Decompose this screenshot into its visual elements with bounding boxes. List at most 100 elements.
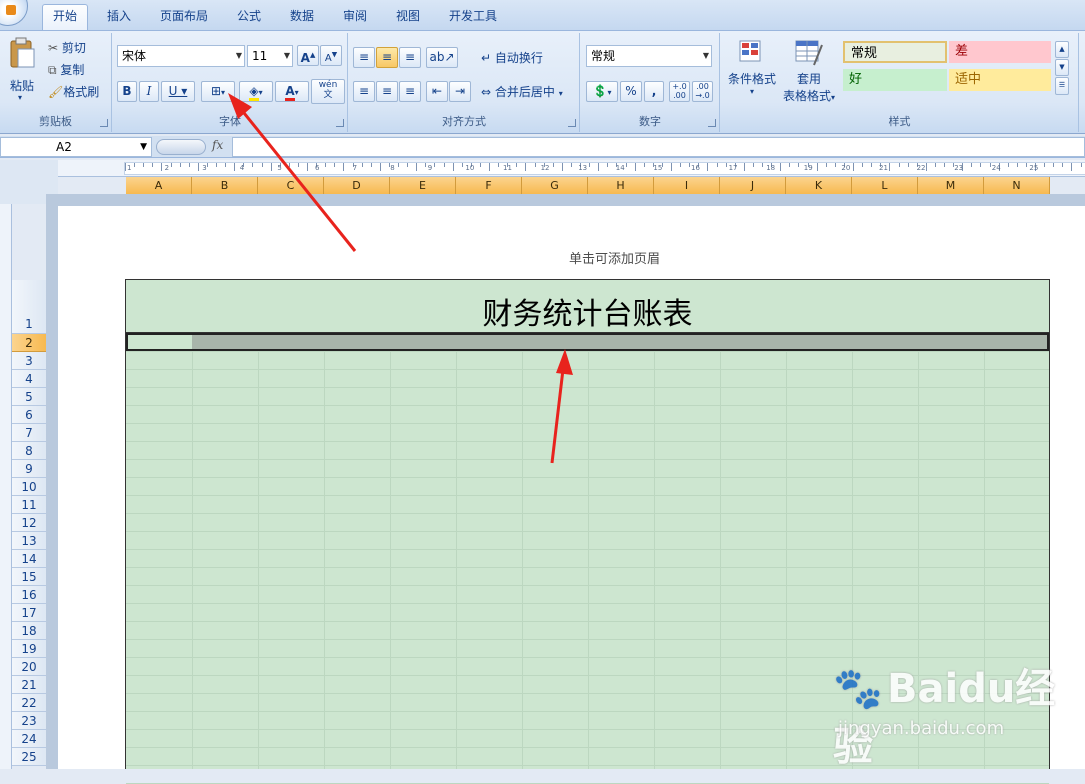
row-header[interactable]: 25 xyxy=(12,748,46,766)
conditional-format-button[interactable]: 条件格式 ▾ xyxy=(725,39,779,96)
row-header[interactable]: 14 xyxy=(12,550,46,568)
column-header[interactable]: M xyxy=(918,177,984,194)
copy-button[interactable]: ⧉ 复制 xyxy=(48,61,84,78)
column-header[interactable]: E xyxy=(390,177,456,194)
row-header[interactable]: 9 xyxy=(12,460,46,478)
tab-page-layout[interactable]: 页面布局 xyxy=(152,5,216,29)
style-normal[interactable]: 常规 xyxy=(843,41,947,63)
row-header[interactable]: 16 xyxy=(12,586,46,604)
row-header[interactable]: 24 xyxy=(12,730,46,748)
conditional-format-icon xyxy=(739,40,761,62)
active-cell-a2[interactable] xyxy=(128,335,192,349)
alignment-launcher-icon[interactable] xyxy=(568,119,576,127)
decrease-decimal-button[interactable]: .00 →.0 xyxy=(692,81,713,102)
column-header[interactable]: J xyxy=(720,177,786,194)
row-header[interactable]: 1 xyxy=(12,280,46,334)
row-header[interactable]: 7 xyxy=(12,424,46,442)
formula-bar-resize-handle[interactable] xyxy=(156,139,206,155)
row-header[interactable]: 15 xyxy=(12,568,46,586)
align-right-button[interactable]: ≡ xyxy=(399,81,421,102)
row-header[interactable]: 22 xyxy=(12,694,46,712)
selected-row-2[interactable] xyxy=(126,333,1049,351)
decrease-indent-button[interactable]: ⇤ xyxy=(426,81,448,102)
tab-view[interactable]: 视图 xyxy=(385,5,431,29)
style-bad[interactable]: 差 xyxy=(949,41,1051,63)
merge-center-button[interactable]: ⇔ 合并后居中 ▾ xyxy=(481,83,563,100)
number-format-combo[interactable]: 常规 ▼ xyxy=(586,45,712,67)
tab-developer[interactable]: 开发工具 xyxy=(440,5,506,29)
title-cell-a1[interactable]: 财务统计台账表 xyxy=(125,279,1050,333)
row-header[interactable]: 10 xyxy=(12,478,46,496)
shrink-font-button[interactable]: A▼ xyxy=(320,45,342,66)
column-header[interactable]: F xyxy=(456,177,522,194)
font-name-combo[interactable]: 宋体 ▼ xyxy=(117,45,245,67)
bold-button[interactable]: B xyxy=(117,81,137,102)
table-format-icon xyxy=(795,40,823,66)
copy-icon: ⧉ xyxy=(48,63,57,77)
styles-scroll-up-button[interactable]: ▲ xyxy=(1055,41,1069,58)
orientation-button[interactable]: ab↗ xyxy=(426,47,458,68)
paste-button[interactable]: 粘贴 ▾ xyxy=(8,37,38,107)
cut-button[interactable]: ✂ 剪切 xyxy=(48,39,86,56)
grow-font-button[interactable]: A▲ xyxy=(297,45,319,66)
grid-line xyxy=(126,423,1049,424)
align-center-button[interactable]: ≡ xyxy=(376,81,398,102)
tab-home[interactable]: 开始 xyxy=(42,4,88,31)
tab-insert[interactable]: 插入 xyxy=(96,5,142,29)
name-box[interactable]: A2 ▼ xyxy=(0,137,152,157)
cut-label: 剪切 xyxy=(61,41,86,55)
tab-formulas[interactable]: 公式 xyxy=(226,5,272,29)
style-neutral[interactable]: 适中 xyxy=(949,69,1051,91)
row-header[interactable]: 18 xyxy=(12,622,46,640)
row-header[interactable]: 2 xyxy=(12,334,46,352)
page-header-hint[interactable]: 单击可添加页眉 xyxy=(569,248,660,267)
row-header[interactable]: 8 xyxy=(12,442,46,460)
align-top-button[interactable]: ≡ xyxy=(353,47,375,68)
row-header[interactable]: 13 xyxy=(12,532,46,550)
row-header[interactable]: 17 xyxy=(12,604,46,622)
row-header[interactable]: 5 xyxy=(12,388,46,406)
increase-decimal-button[interactable]: +.0 .00 xyxy=(669,81,690,102)
tab-data[interactable]: 数据 xyxy=(279,5,325,29)
baidu-paw-icon: 🐾 xyxy=(833,666,883,712)
underline-button[interactable]: U ▾ xyxy=(161,81,195,102)
styles-scroll-down-button[interactable]: ▼ xyxy=(1055,59,1069,76)
row-header[interactable]: 11 xyxy=(12,496,46,514)
column-header[interactable]: K xyxy=(786,177,852,194)
column-header[interactable]: H xyxy=(588,177,654,194)
font-size-combo[interactable]: 11 ▼ xyxy=(247,45,293,67)
column-header[interactable]: G xyxy=(522,177,588,194)
office-button[interactable] xyxy=(0,0,28,26)
clipboard-launcher-icon[interactable] xyxy=(100,119,108,127)
wrap-text-label: 自动换行 xyxy=(494,51,543,65)
format-as-table-button[interactable]: 套用 表格格式▾ xyxy=(779,39,839,104)
number-launcher-icon[interactable] xyxy=(708,119,716,127)
row-header[interactable]: 3 xyxy=(12,352,46,370)
comma-button[interactable]: , xyxy=(644,81,664,102)
column-header[interactable]: L xyxy=(852,177,918,194)
row-header[interactable]: 23 xyxy=(12,712,46,730)
align-bottom-button[interactable]: ≡ xyxy=(399,47,421,68)
ruler-number: 9 xyxy=(427,164,433,172)
italic-button[interactable]: I xyxy=(139,81,159,102)
row-header[interactable]: 21 xyxy=(12,676,46,694)
tab-review[interactable]: 审阅 xyxy=(332,5,378,29)
row-header[interactable]: 6 xyxy=(12,406,46,424)
wrap-text-button[interactable]: ↵ 自动换行 xyxy=(481,49,543,66)
column-header[interactable]: N xyxy=(984,177,1050,194)
row-header[interactable]: 4 xyxy=(12,370,46,388)
styles-more-button[interactable]: ☰ xyxy=(1055,77,1069,95)
increase-indent-button[interactable]: ⇥ xyxy=(449,81,471,102)
row-header[interactable]: 20 xyxy=(12,658,46,676)
column-header[interactable]: I xyxy=(654,177,720,194)
percent-button[interactable]: % xyxy=(620,81,642,102)
ruler-tick xyxy=(643,163,645,167)
column-header[interactable]: A xyxy=(126,177,192,194)
row-header[interactable]: 19 xyxy=(12,640,46,658)
clipboard-group-label: 剪贴板 xyxy=(39,115,72,128)
style-good[interactable]: 好 xyxy=(843,69,947,91)
align-middle-button[interactable]: ≡ xyxy=(376,47,398,68)
format-painter-button[interactable]: 🖌格式刷 xyxy=(48,83,99,100)
accounting-format-button[interactable]: 💲▾ xyxy=(586,81,618,102)
row-header[interactable]: 12 xyxy=(12,514,46,532)
